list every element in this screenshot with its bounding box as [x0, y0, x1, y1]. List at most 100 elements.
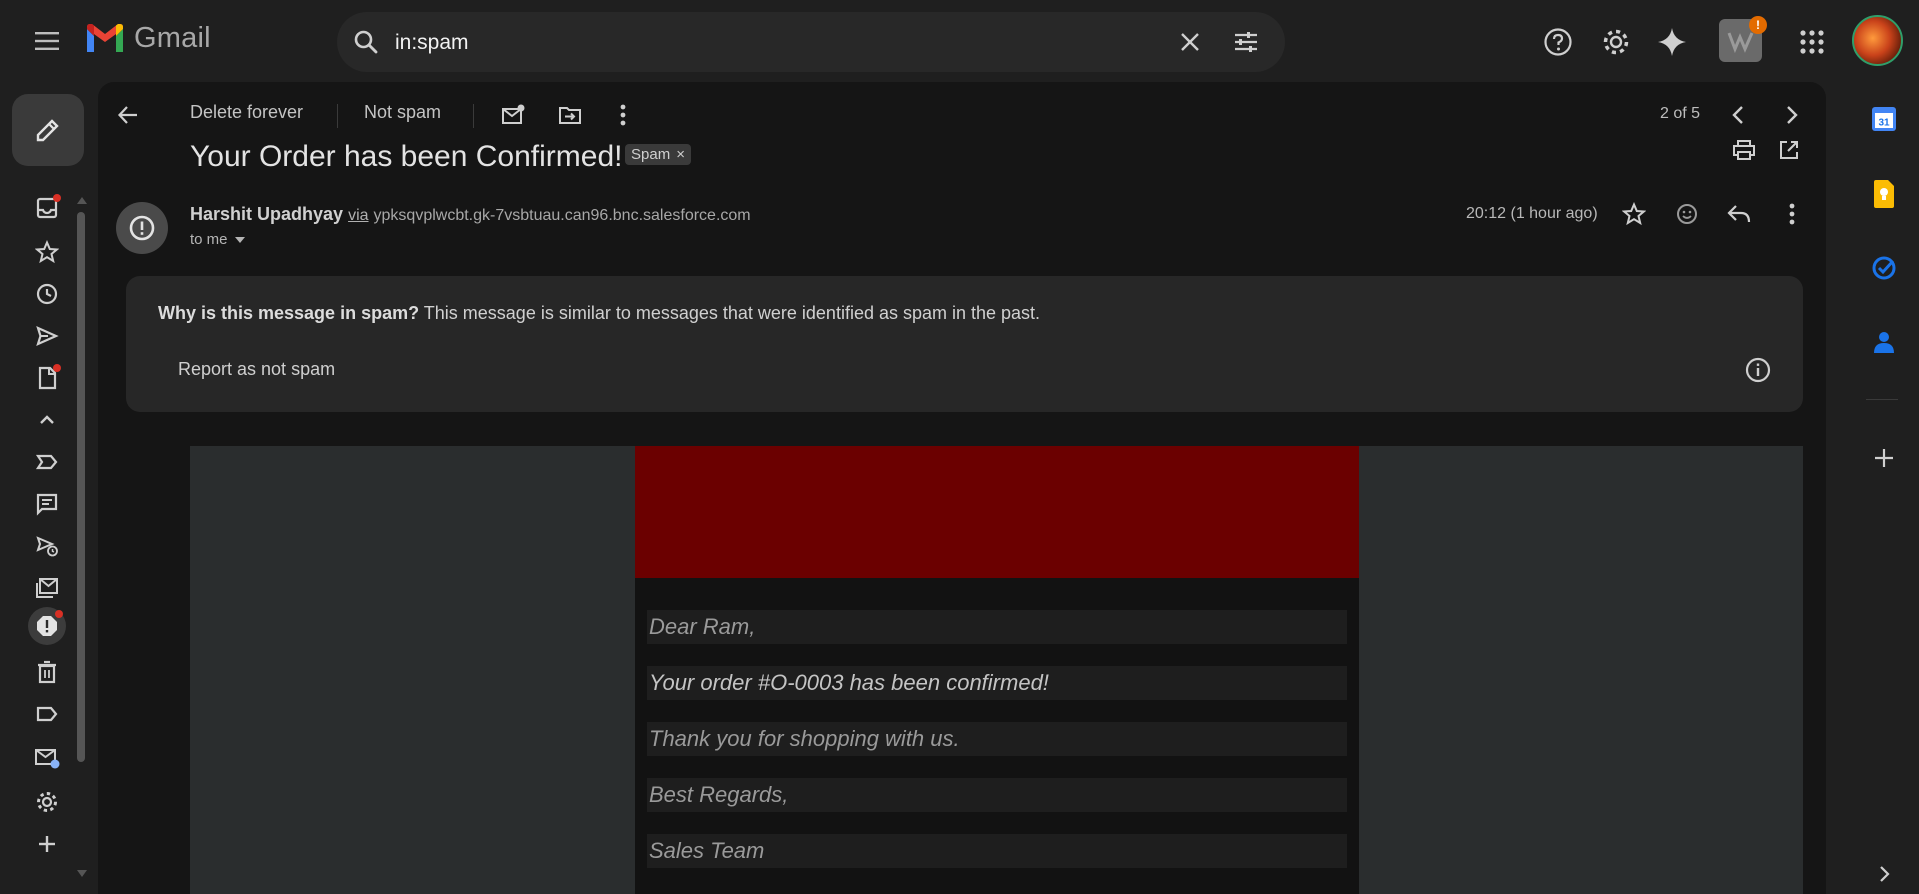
sidebar-item-spam[interactable] [27, 607, 67, 645]
label-important-icon [35, 454, 58, 470]
chevron-right-icon[interactable] [1778, 101, 1806, 129]
sidebar-item-all-mail[interactable] [27, 572, 67, 604]
sender-avatar[interactable] [116, 202, 168, 254]
sidebar-item-trash[interactable] [27, 656, 67, 688]
delete-forever-button[interactable]: Delete forever [190, 102, 303, 123]
print-icon[interactable] [1730, 136, 1758, 164]
mail-settings-icon [35, 749, 60, 769]
menu-icon[interactable] [27, 24, 67, 58]
send-icon [36, 326, 59, 346]
toolbar-divider [473, 104, 474, 128]
trash-icon [38, 660, 56, 684]
sender-name[interactable]: Harshit Upadhyay [190, 204, 343, 224]
gear-icon [37, 792, 57, 812]
caret-down-icon [234, 236, 245, 243]
avatar[interactable] [1852, 15, 1903, 66]
top-bar: Gmail ! [0, 0, 1919, 82]
toolbar-divider [337, 104, 338, 128]
sidebar-item-less[interactable] [27, 404, 67, 436]
clock-icon [36, 283, 58, 305]
apps-grid-icon[interactable] [1792, 22, 1832, 62]
sidebar-item-create-label[interactable] [27, 828, 67, 860]
spam-notice-banner: Why is this message in spam? This messag… [126, 276, 1803, 412]
chevron-left-icon[interactable] [1724, 101, 1752, 129]
side-panel-expand-chevron-icon[interactable] [1868, 858, 1900, 890]
report-not-spam-button[interactable]: Report as not spam [178, 359, 335, 380]
email-body-frame: Dear Ram, Your order #O-0003 has been co… [190, 446, 1803, 894]
gear-icon[interactable] [1596, 22, 1636, 62]
email-header-banner [635, 446, 1359, 578]
calendar-icon[interactable]: 31 [1868, 103, 1900, 135]
pencil-icon [36, 119, 59, 142]
sidebar-item-important[interactable] [27, 446, 67, 478]
gmail-logo[interactable]: Gmail [84, 22, 211, 55]
scheduled-send-icon [36, 536, 58, 557]
star-icon [35, 240, 59, 264]
brand-extension-icon[interactable]: ! [1719, 16, 1767, 62]
email-line-greeting: Dear Ram, [647, 610, 1347, 644]
spam-label-text: Spam [631, 146, 671, 163]
recipients-label: to me [190, 231, 228, 248]
sidebar-item-chats[interactable] [27, 488, 67, 520]
side-panel-divider [1866, 399, 1898, 400]
scroll-up-icon[interactable] [77, 196, 87, 204]
compose-button[interactable] [12, 94, 84, 166]
app-name: Gmail [134, 22, 211, 54]
email-line-thanks: Thank you for shopping with us. [647, 722, 1347, 756]
contacts-icon[interactable] [1868, 326, 1900, 358]
sidebar-item-snoozed[interactable] [27, 278, 67, 310]
sidebar-item-sent[interactable] [27, 320, 67, 352]
star-icon[interactable] [1620, 200, 1648, 228]
calendar-day: 31 [1878, 118, 1890, 129]
spam-notice-explanation: This message is similar to messages that… [423, 303, 1041, 323]
pagination-count: 2 of 5 [1660, 105, 1701, 122]
all-mail-icon [36, 578, 58, 598]
sidebar-item-categories[interactable] [27, 698, 67, 730]
email-content-column: Dear Ram, Your order #O-0003 has been co… [635, 446, 1359, 894]
info-icon[interactable] [1744, 356, 1772, 384]
message-panel: Delete forever Not spam 2 of 5 Your Orde… [98, 82, 1826, 894]
open-in-new-window-icon[interactable] [1775, 136, 1803, 164]
sidebar-item-drafts[interactable] [27, 362, 67, 394]
back-arrow-icon[interactable] [114, 101, 142, 129]
help-icon[interactable] [1538, 22, 1578, 62]
sender-address: ypksqvplwcbt.gk-7vsbtuau.can96.bnc.sales… [373, 207, 751, 224]
gemini-sparkle-icon[interactable] [1652, 22, 1692, 62]
move-to-icon[interactable] [556, 101, 584, 129]
email-line-signature: Sales Team [647, 834, 1347, 868]
sidebar-item-manage-subscriptions[interactable] [27, 742, 67, 774]
sender-line: Harshit Upadhyay via ypksqvplwcbt.gk-7vs… [190, 204, 751, 225]
sidebar-scrollbar[interactable] [77, 212, 85, 762]
message-timestamp: 20:12 (1 hour ago) [1466, 205, 1598, 222]
sidebar-item-starred[interactable] [27, 236, 67, 268]
search-input[interactable] [393, 24, 1137, 62]
sidebar-item-scheduled[interactable] [27, 530, 67, 562]
tasks-icon[interactable] [1868, 252, 1900, 284]
mark-unread-icon[interactable] [499, 101, 527, 129]
not-spam-button[interactable]: Not spam [364, 102, 441, 123]
notification-dot [55, 610, 63, 618]
more-vert-icon[interactable] [609, 101, 637, 129]
spam-label-chip[interactable]: Spam × [625, 144, 691, 165]
sidebar-item-inbox[interactable] [27, 192, 67, 224]
spam-icon [37, 616, 57, 636]
spam-notice-text: Why is this message in spam? This messag… [158, 303, 1040, 324]
via-link[interactable]: via [348, 207, 368, 224]
spam-warning-icon [129, 215, 155, 241]
sidebar-item-settings[interactable] [27, 786, 67, 818]
gmail-m-icon [87, 23, 123, 52]
email-line-order: Your order #O-0003 has been confirmed! [647, 666, 1347, 700]
search-bar[interactable] [337, 12, 1285, 72]
remove-label-icon[interactable]: × [676, 146, 685, 163]
tune-icon[interactable] [1233, 29, 1259, 55]
recipients-toggle[interactable]: to me [190, 231, 246, 248]
add-app-plus-icon[interactable] [1868, 442, 1900, 474]
message-more-vert-icon[interactable] [1778, 200, 1806, 228]
emoji-react-icon[interactable] [1673, 200, 1701, 228]
reply-icon[interactable] [1725, 200, 1753, 228]
spam-notice-question: Why is this message in spam? [158, 303, 420, 323]
keep-icon[interactable] [1868, 178, 1900, 210]
search-icon[interactable] [353, 29, 379, 55]
close-icon[interactable] [1177, 29, 1203, 55]
scroll-down-icon[interactable] [77, 870, 87, 878]
